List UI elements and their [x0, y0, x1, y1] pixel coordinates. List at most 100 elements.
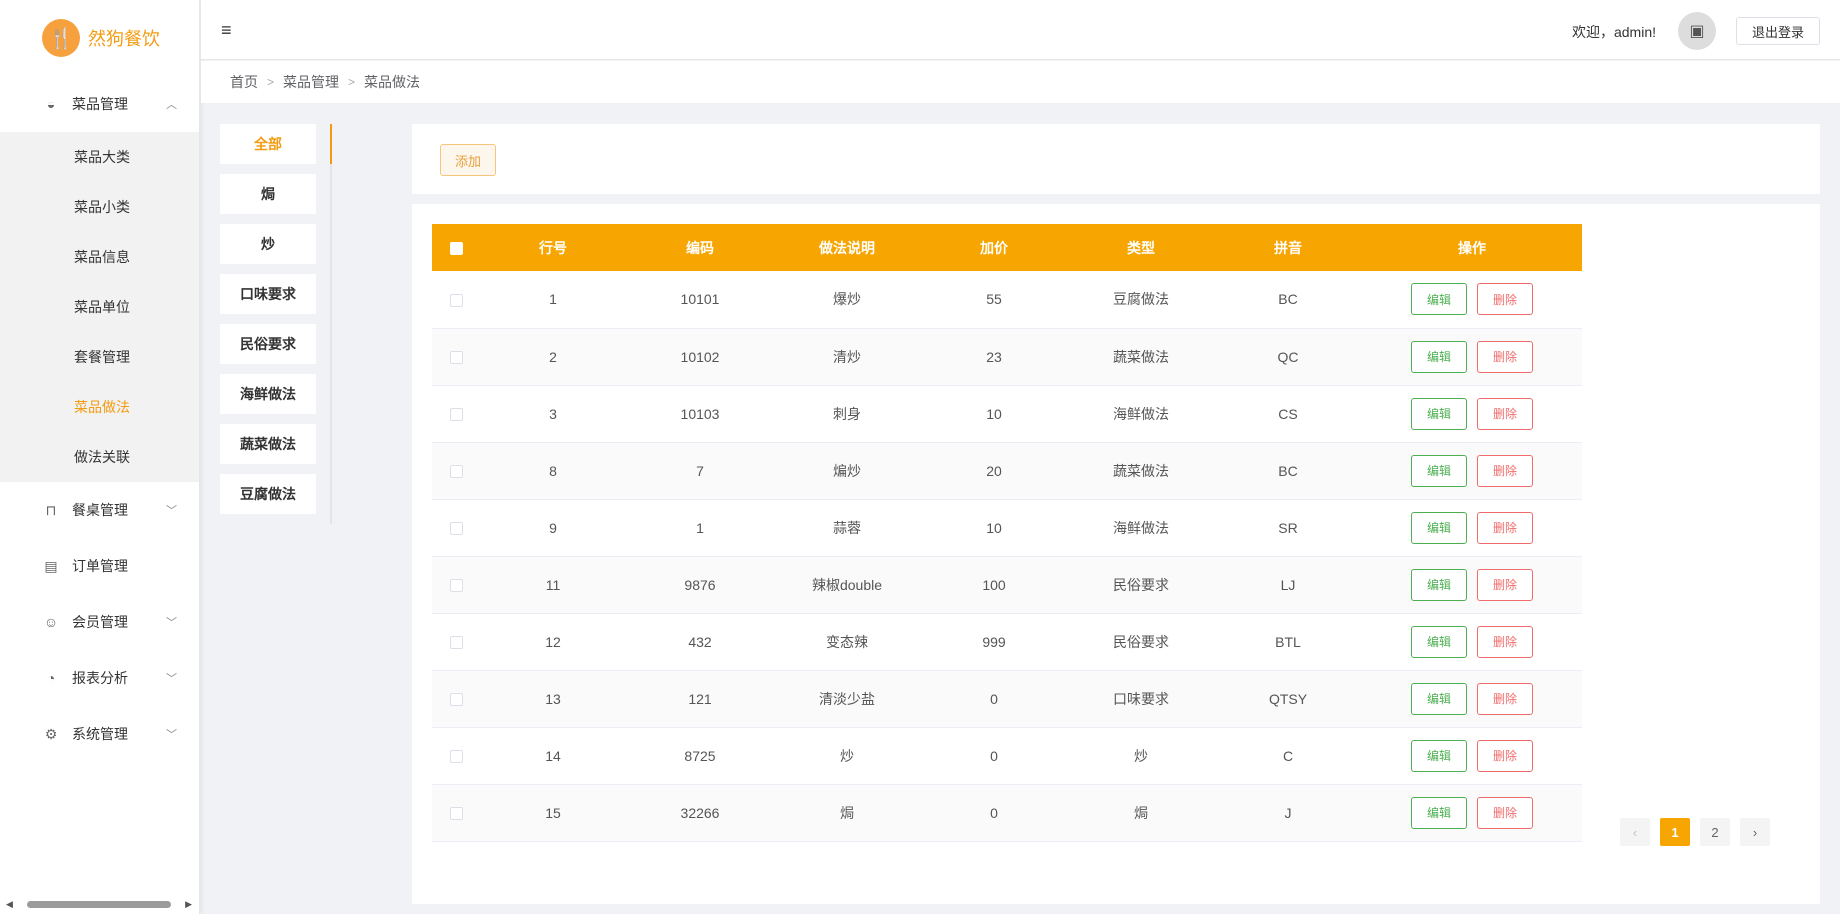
- select-cell: [432, 442, 480, 499]
- pinyin-cell: LJ: [1280, 576, 1296, 593]
- submenu-item-unit[interactable]: 菜品单位: [0, 282, 199, 332]
- scrollbar-thumb[interactable]: [26, 900, 172, 908]
- edit-button[interactable]: 编辑: [1411, 340, 1467, 373]
- code-cell: 10103: [680, 405, 720, 422]
- row-checkbox[interactable]: [449, 465, 463, 479]
- breadcrumb-dishes[interactable]: 菜品管理: [283, 72, 339, 92]
- actions-cell: 编辑 删除: [1362, 271, 1582, 328]
- row-checkbox[interactable]: [449, 636, 463, 650]
- column-header: 行号: [539, 239, 567, 256]
- scroll-right-icon[interactable]: ▶: [185, 899, 192, 910]
- submenu-item-info[interactable]: 菜品信息: [0, 232, 199, 282]
- submenu-item-method-link[interactable]: 做法关联: [0, 432, 199, 482]
- submenu-item-subcategory[interactable]: 菜品小类: [0, 182, 199, 232]
- delete-button[interactable]: 删除: [1477, 625, 1533, 658]
- menu-reports[interactable]: ◔ 报表分析 ﹀: [0, 650, 199, 706]
- category-item[interactable]: 炒: [220, 224, 316, 264]
- desc-cell: 蒜蓉: [833, 519, 861, 536]
- category-item[interactable]: 民俗要求: [220, 324, 316, 364]
- row-checkbox[interactable]: [449, 693, 463, 707]
- code-cell: 8725: [684, 747, 716, 764]
- menu-orders[interactable]: ▤ 订单管理: [0, 538, 199, 594]
- menu-toggle-icon[interactable]: ≡: [221, 20, 232, 41]
- scroll-left-icon[interactable]: ◀: [6, 899, 13, 910]
- delete-button[interactable]: 删除: [1477, 796, 1533, 829]
- category-list: 全部 焗 炒 口味要求 民俗要求 海鲜做法 蔬菜做法 豆腐做法: [220, 124, 330, 524]
- edit-button[interactable]: 编辑: [1411, 625, 1467, 658]
- edit-button[interactable]: 编辑: [1411, 682, 1467, 715]
- code-cell: 10102: [680, 348, 720, 365]
- table-panel: 行号 编码 做法说明 加价 类型 拼音 操作 1 10101 爆炒 55 豆腐做法 BC 编…: [412, 204, 1820, 904]
- add-button[interactable]: 添加: [440, 144, 496, 176]
- actions-cell: 编辑 删除: [1362, 727, 1582, 784]
- row-checkbox[interactable]: [449, 408, 463, 422]
- page-button[interactable]: 2: [1700, 818, 1730, 846]
- menu-members[interactable]: ☺ 会员管理 ﹀: [0, 594, 199, 650]
- delete-button[interactable]: 删除: [1477, 682, 1533, 715]
- table-row: 2 10102 清炒 23 蔬菜做法 QC 编辑 删除: [432, 328, 1582, 385]
- category-item[interactable]: 口味要求: [220, 274, 316, 314]
- breadcrumb-home[interactable]: 首页: [230, 72, 258, 92]
- row-no-cell: 13: [545, 690, 561, 707]
- row-checkbox[interactable]: [449, 294, 463, 308]
- delete-button[interactable]: 删除: [1477, 511, 1533, 544]
- select-cell: [432, 670, 480, 727]
- logo[interactable]: 🍴 然狗餐饮: [0, 0, 199, 76]
- logout-button[interactable]: 退出登录: [1735, 17, 1820, 45]
- row-no-cell: 1: [549, 291, 557, 308]
- delete-button[interactable]: 删除: [1477, 397, 1533, 430]
- category-item[interactable]: 豆腐做法: [220, 474, 316, 514]
- price-cell: 10: [986, 519, 1002, 536]
- menu-tables[interactable]: ⊓ 餐桌管理 ﹀: [0, 482, 199, 538]
- edit-button[interactable]: 编辑: [1411, 511, 1467, 544]
- next-page-icon[interactable]: ›: [1740, 818, 1770, 846]
- row-no-cell: 2: [549, 348, 557, 365]
- price-cell: 0: [990, 747, 998, 764]
- category-item[interactable]: 蔬菜做法: [220, 424, 316, 464]
- column-header: 拼音: [1274, 239, 1302, 256]
- category-item[interactable]: 焗: [220, 174, 316, 214]
- submenu-item-category[interactable]: 菜品大类: [0, 132, 199, 182]
- submenu-item-combo[interactable]: 套餐管理: [0, 332, 199, 382]
- breadcrumb: 首页 > 菜品管理 > 菜品做法: [201, 61, 1840, 103]
- type-cell: 民俗要求: [1113, 633, 1169, 650]
- row-checkbox[interactable]: [449, 522, 463, 536]
- row-checkbox[interactable]: [449, 579, 463, 593]
- sidebar-scrollbar[interactable]: ◀ ▶: [6, 898, 192, 910]
- menu-system[interactable]: ⚙ 系统管理 ﹀: [0, 706, 199, 762]
- category-item[interactable]: 全部: [220, 124, 316, 164]
- row-checkbox[interactable]: [449, 351, 463, 365]
- actions-cell: 编辑 删除: [1362, 442, 1582, 499]
- submenu-item-method[interactable]: 菜品做法: [0, 382, 199, 432]
- category-item[interactable]: 海鲜做法: [220, 374, 316, 414]
- edit-button[interactable]: 编辑: [1411, 283, 1467, 316]
- edit-button[interactable]: 编辑: [1411, 796, 1467, 829]
- type-cell: 民俗要求: [1113, 576, 1169, 593]
- user-icon: ☺: [43, 614, 59, 630]
- avatar[interactable]: ▣: [1678, 12, 1716, 50]
- delete-button[interactable]: 删除: [1477, 340, 1533, 373]
- delete-button[interactable]: 删除: [1477, 739, 1533, 772]
- edit-button[interactable]: 编辑: [1411, 397, 1467, 430]
- row-no-cell: 15: [545, 804, 561, 821]
- delete-button[interactable]: 删除: [1477, 568, 1533, 601]
- prev-page-icon[interactable]: ‹: [1620, 818, 1650, 846]
- edit-button[interactable]: 编辑: [1411, 739, 1467, 772]
- select-all-checkbox[interactable]: [449, 242, 463, 256]
- code-cell: 9876: [684, 576, 716, 593]
- app-name: 然狗餐饮: [88, 29, 160, 49]
- delete-button[interactable]: 删除: [1477, 454, 1533, 487]
- page-button[interactable]: 1: [1660, 818, 1690, 846]
- row-checkbox[interactable]: [449, 750, 463, 764]
- code-cell: 121: [688, 690, 712, 707]
- edit-button[interactable]: 编辑: [1411, 568, 1467, 601]
- table-row: 11 9876 辣椒double 100 民俗要求 LJ 编辑 删除: [432, 556, 1582, 613]
- price-cell: 10: [986, 405, 1002, 422]
- edit-button[interactable]: 编辑: [1411, 454, 1467, 487]
- delete-button[interactable]: 删除: [1477, 283, 1533, 316]
- desc-cell: 煸炒: [833, 462, 861, 479]
- menu-dishes[interactable]: ◒ 菜品管理 ︿: [0, 76, 199, 132]
- category-active-indicator: [330, 124, 332, 164]
- row-checkbox[interactable]: [449, 807, 463, 821]
- price-cell: 55: [986, 291, 1002, 308]
